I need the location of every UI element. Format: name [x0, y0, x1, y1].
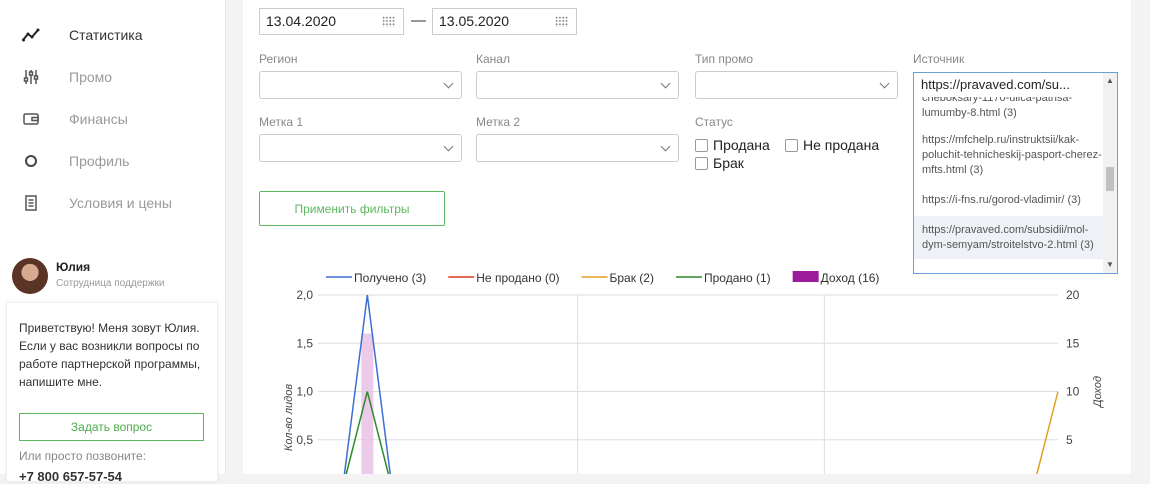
source-label: Источник — [913, 52, 965, 66]
calendar-icon[interactable] — [382, 16, 395, 27]
y-tick-label: 1,0 — [296, 385, 313, 399]
status-label: Статус — [695, 115, 733, 129]
apply-filters-button[interactable]: Применить фильтры — [259, 191, 445, 226]
date-to-value: 13.05.2020 — [439, 13, 510, 29]
y2-tick-label: 10 — [1066, 385, 1080, 399]
tag1-select[interactable] — [259, 134, 462, 162]
sidebar-item-label: Статистика — [69, 27, 143, 43]
status-defect-label: Брак — [713, 155, 744, 171]
calendar-icon[interactable] — [555, 16, 568, 27]
support-call-text: Или просто позвоните: — [19, 449, 147, 463]
support-phone[interactable]: +7 800 657-57-54 — [19, 469, 122, 484]
chevron-down-icon — [879, 78, 890, 89]
tag2-select[interactable] — [476, 134, 679, 162]
legend-label: Доход (16) — [821, 271, 880, 285]
support-message: Приветствую! Меня зовут Юлия. Если у вас… — [19, 321, 201, 389]
legend-label: Получено (3) — [354, 271, 426, 285]
chevron-up-icon[interactable]: ▲ — [1106, 77, 1114, 85]
legend-swatch — [792, 271, 819, 282]
date-from-value: 13.04.2020 — [266, 13, 337, 29]
wallet-icon — [22, 110, 40, 128]
channel-select[interactable] — [476, 71, 679, 99]
legend-label: Продано (1) — [704, 271, 771, 285]
chevron-down-icon — [443, 78, 454, 89]
status-not-sold-label: Не продана — [803, 137, 880, 153]
source-option-selected[interactable]: https://pravaved.com/subsidii/mol-dym-se… — [914, 216, 1104, 259]
chevron-down-icon — [443, 141, 454, 152]
document-icon — [22, 194, 40, 212]
source-option[interactable]: https://i-fns.ru/gorod-vladimir/ (3) — [914, 193, 1104, 208]
series-line — [1036, 391, 1059, 474]
support-role: Сотрудница поддержки — [56, 278, 165, 289]
y-tick-label: 2,0 — [296, 288, 313, 302]
series-line — [345, 391, 390, 474]
region-select[interactable] — [259, 71, 462, 99]
support-name: Юлия — [56, 260, 91, 274]
y-tick-label: 0,5 — [296, 433, 313, 447]
y-axis-label: Кол-во лидов — [283, 384, 295, 451]
sidebar-item-terms[interactable]: Условия и цены — [0, 188, 226, 218]
y2-tick-label: 5 — [1066, 433, 1073, 447]
gear-icon — [22, 152, 40, 170]
y2-tick-label: 15 — [1066, 336, 1080, 350]
series-line — [343, 294, 391, 474]
ask-question-button[interactable]: Задать вопрос — [19, 413, 204, 441]
channel-label: Канал — [476, 52, 510, 66]
y2-tick-label: 20 — [1066, 288, 1080, 302]
legend-label: Не продано (0) — [476, 271, 559, 285]
sliders-icon — [22, 68, 40, 86]
checkbox-box[interactable] — [785, 138, 798, 152]
revenue-bar — [361, 333, 374, 474]
checkbox-box[interactable] — [695, 156, 708, 170]
chevron-down-icon — [660, 78, 671, 89]
legend-label: Брак (2) — [610, 271, 654, 285]
tag2-label: Метка 2 — [476, 115, 521, 129]
sidebar-item-stats[interactable]: Статистика — [0, 20, 226, 50]
sidebar-item-label: Финансы — [69, 111, 128, 127]
scrollbar-thumb[interactable] — [1106, 167, 1114, 191]
avatar — [12, 258, 48, 294]
stats-icon — [22, 26, 40, 44]
sidebar-item-promo[interactable]: Промо — [0, 62, 226, 92]
sidebar-item-label: Профиль — [69, 153, 130, 169]
date-separator: — — [411, 12, 426, 29]
status-defect-checkbox[interactable]: Брак — [695, 155, 744, 171]
source-option[interactable]: https://mfchelp.ru/instruktsii/kak-poluc… — [914, 133, 1104, 178]
y-tick-label: 1,5 — [296, 336, 313, 350]
sidebar-item-label: Условия и цены — [69, 195, 172, 211]
chevron-down-icon — [660, 141, 671, 152]
leads-chart: 2,0 1,5 1,0 0,5 20 15 10 5 Кол-во лидов Доход Полу… — [283, 271, 1104, 474]
promo-type-select[interactable] — [695, 71, 898, 99]
status-sold-checkbox[interactable]: Продана — [695, 137, 770, 153]
source-search-value[interactable]: https://pravaved.com/su... — [914, 73, 1104, 97]
source-multiselect[interactable]: cheboksary-1170-ulica-patrisa-lumumby-8.… — [913, 72, 1118, 274]
sidebar-item-label: Промо — [69, 69, 113, 85]
date-to-input[interactable]: 13.05.2020 — [432, 8, 577, 35]
region-label: Регион — [259, 52, 298, 66]
sidebar: Статистика Промо Финансы Профиль Условия… — [0, 0, 226, 484]
tag1-label: Метка 1 — [259, 115, 304, 129]
support-card: Приветствую! Меня зовут Юлия. Если у вас… — [6, 302, 218, 484]
status-not-sold-checkbox[interactable]: Не продана — [785, 137, 879, 153]
source-scrollbar[interactable]: ▲ ▼ — [1103, 73, 1117, 273]
date-from-input[interactable]: 13.04.2020 — [259, 8, 404, 35]
main-panel: 13.04.2020 — 13.05.2020 Регион Канал Тип… — [243, 0, 1131, 474]
y2-axis-label: Доход — [1092, 376, 1104, 409]
status-sold-label: Продана — [713, 137, 770, 153]
promo-type-label: Тип промо — [695, 52, 754, 66]
checkbox-box[interactable] — [695, 138, 708, 152]
sidebar-item-profile[interactable]: Профиль — [0, 146, 226, 176]
sidebar-item-finance[interactable]: Финансы — [0, 104, 226, 134]
